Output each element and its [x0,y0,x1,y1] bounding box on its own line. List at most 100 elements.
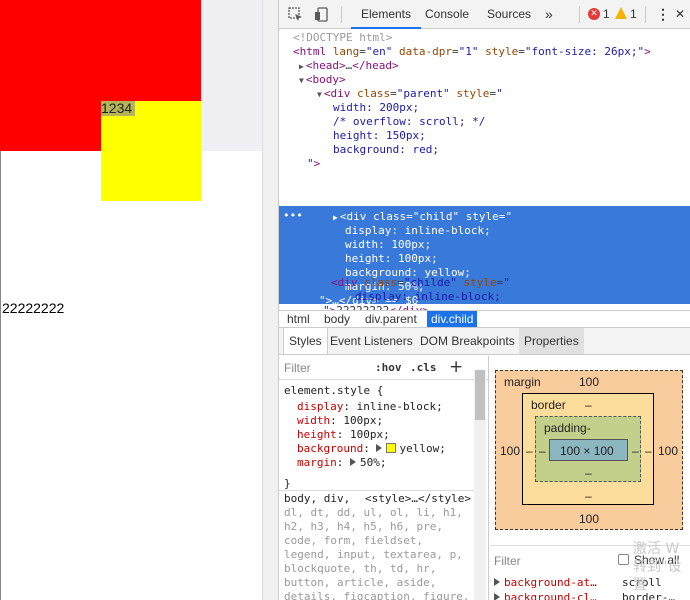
style-property[interactable]: background [297,442,363,455]
hover-state-button[interactable]: :hov [375,361,402,375]
tab-dom-breakpoints[interactable]: DOM Breakpoints [415,328,520,354]
dom-node-line[interactable]: display: inline-block; [355,290,501,304]
breadcrumb-html[interactable]: html [283,311,314,327]
border-right-value[interactable]: – [645,444,652,458]
inspect-element-icon[interactable] [288,7,303,22]
dom-node-line[interactable]: <html lang="en" data-dpr="1" style="font… [293,45,651,59]
style-source-link[interactable]: <style>…</style> [365,492,471,506]
border-top-value[interactable]: – [585,398,592,412]
tab-console[interactable]: Console [425,0,469,29]
dom-node-line[interactable]: display: inline-block; [345,224,491,238]
warning-count[interactable]: 1 [630,0,637,29]
ua-selector-line: legend, input, textarea, p, [284,548,463,561]
color-swatch-icon[interactable] [386,443,397,453]
ua-selector-line: code, form, fieldset, [284,534,424,547]
dom-node-line[interactable]: width: 100px; [345,238,431,252]
content-size-value[interactable]: 100 × 100 [560,444,614,458]
styles-scrollbar-thumb[interactable] [475,370,485,420]
style-value[interactable]: inline-block; [357,400,443,413]
expand-arrow-icon[interactable] [494,578,500,586]
style-declaration[interactable]: background: yellow; [297,442,446,456]
new-rule-button[interactable]: + [449,357,463,377]
computed-filter-input[interactable]: Filter [494,554,521,568]
dom-node-line[interactable]: ▼ <body> [299,73,346,87]
breadcrumb: html body div.parent div.child [279,310,690,328]
devtools-panel: Elements Console Sources » ✕ 1 1 ⋮ ✕ •••… [278,0,690,600]
rule-close-brace: } [284,477,291,490]
device-toolbar-icon[interactable] [314,7,329,22]
tab-sources[interactable]: Sources [487,0,531,29]
close-icon[interactable]: ✕ [675,0,685,29]
style-value[interactable]: 100px; [343,414,383,427]
ua-selector-line: details, figcaption, figure, [284,590,470,600]
border-bottom-value[interactable]: – [585,489,592,503]
padding-right-value[interactable]: – [632,444,639,458]
child-div [101,101,201,201]
margin-right-value[interactable]: 100 [658,444,678,458]
dom-node-line[interactable]: height: 150px; [333,129,426,143]
child-text: 1234 [101,101,135,116]
style-declaration[interactable]: width: 100px; [297,414,383,428]
padding-bottom-value[interactable]: – [585,466,592,480]
tab-event-listeners[interactable]: Event Listeners [325,328,418,354]
dom-node-line[interactable]: background: red; [333,143,439,157]
dom-node-line[interactable]: "> [307,157,320,171]
watermark-line: 转到"设置 [633,559,682,593]
dom-node-line[interactable]: ▼ <div class="parent" style=" [317,87,503,101]
warning-icon[interactable] [615,7,627,19]
dom-node-line[interactable]: ▶ <head>…</head> [299,59,399,73]
style-property[interactable]: height [297,428,337,441]
dom-node-line[interactable]: height: 100px; [345,252,438,266]
dom-node-line[interactable]: /* overflow: scroll; */ [333,115,485,129]
style-value[interactable]: 50%; [360,456,387,469]
dom-node-line[interactable]: <!DOCTYPE html> [293,31,392,45]
breadcrumb-div-parent[interactable]: div.parent [361,311,421,327]
style-property[interactable]: display [297,400,343,413]
watermark-line: 激活 W [633,541,680,557]
style-declaration[interactable]: margin: 50%; [297,456,387,470]
expand-arrow-icon: ▼ [299,76,304,85]
devtools-toolbar: Elements Console Sources » ✕ 1 1 ⋮ ✕ [279,0,690,29]
border-left-value[interactable]: – [526,444,533,458]
sidebar-tabs: Styles Event Listeners DOM Breakpoints P… [279,328,690,355]
padding-left-value[interactable]: – [539,444,546,458]
expand-arrow-icon: ▼ [317,90,322,99]
styles-filter-input[interactable]: Filter [284,361,311,375]
error-count[interactable]: 1 [603,0,610,29]
tab-styles[interactable]: Styles [283,328,328,354]
style-value[interactable]: yellow; [399,442,445,455]
margin-bottom-value[interactable]: 100 [579,512,599,526]
tab-elements[interactable]: Elements [351,0,421,29]
style-declaration[interactable]: height: 100px; [297,428,390,442]
show-all-checkbox[interactable] [618,554,629,565]
expand-arrow-icon: ▶ [333,213,338,222]
node-actions-icon[interactable]: ••• [283,209,303,223]
tab-properties[interactable]: Properties [519,328,584,354]
viewport-scrollbar[interactable] [262,0,278,600]
error-icon[interactable]: ✕ [588,8,600,20]
style-property[interactable]: margin [297,456,337,469]
expand-shorthand-icon[interactable] [376,444,383,452]
class-toggle-button[interactable]: .cls [410,361,437,375]
style-property[interactable]: width [297,414,330,427]
dom-node-line[interactable]: ▶ <div class="child" style=" [333,210,512,224]
more-tabs-button[interactable]: » [545,0,553,29]
style-value[interactable]: 100px; [350,428,390,441]
breadcrumb-body[interactable]: body [320,311,354,327]
elements-tree[interactable]: ••• ▶ <div class="child" style=" display: … [279,30,690,310]
dom-node-line[interactable]: width: 200px; [333,101,419,115]
settings-menu-icon[interactable]: ⋮ [656,0,670,29]
dom-node-line[interactable]: <div class="childe" style=" [331,276,510,290]
margin-top-value[interactable]: 100 [579,375,599,389]
style-declaration[interactable]: display: inline-block; [297,400,443,414]
ua-selector-line: button, article, aside, [284,576,437,589]
viewport-edge [0,151,1,600]
styles-filter-row: Filter :hov .cls + [279,356,488,380]
toolbar-separator [645,6,646,23]
margin-left-value[interactable]: 100 [500,444,520,458]
expand-arrow-icon[interactable] [494,593,500,600]
expand-shorthand-icon[interactable] [350,458,356,466]
border-label: border [531,398,566,412]
breadcrumb-div-child[interactable]: div.child [427,311,478,327]
ua-selector-line: blockquote, th, td, hr, [284,562,437,575]
